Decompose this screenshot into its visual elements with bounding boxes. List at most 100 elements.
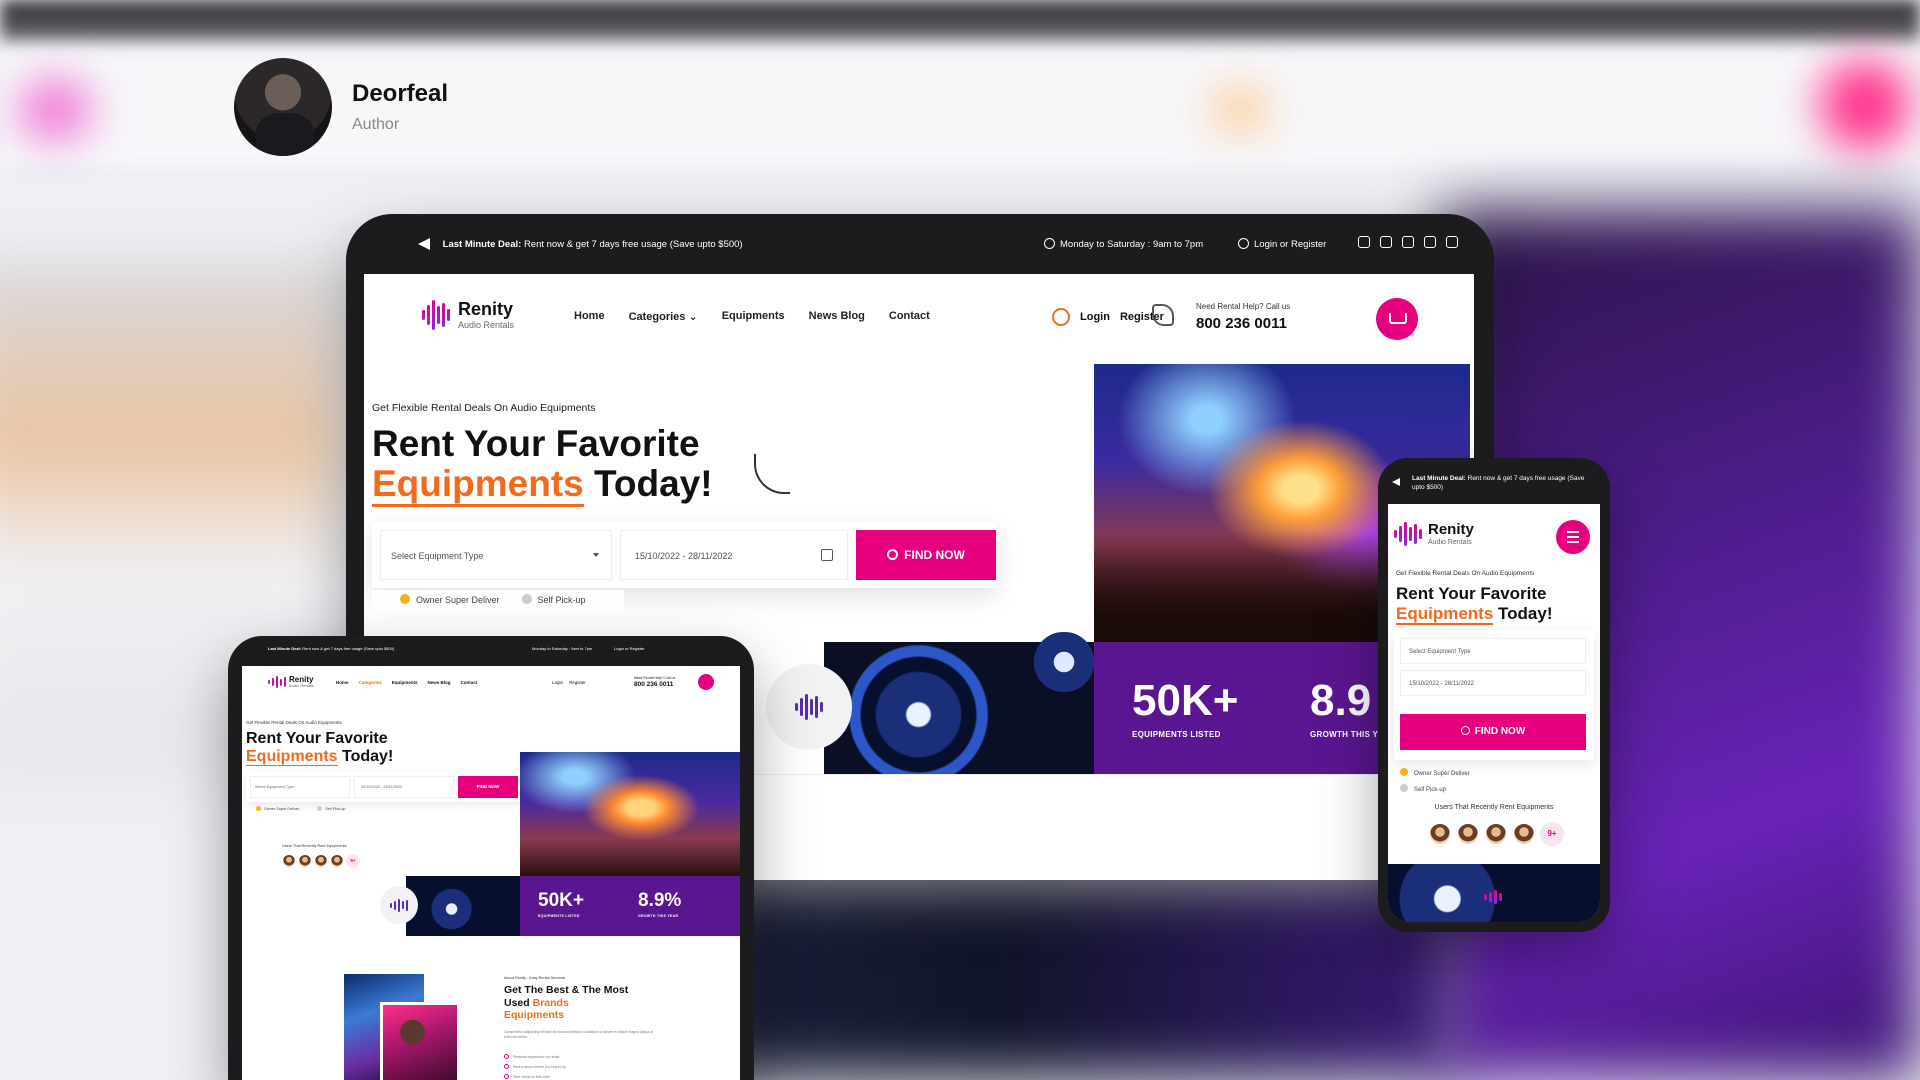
hero-title-end: Today! xyxy=(342,747,394,765)
tablet-topbar: Last Minute Deal: Rent now & get 7 days … xyxy=(268,646,708,651)
avatar xyxy=(314,854,328,868)
login-link[interactable]: Login xyxy=(552,680,563,685)
equipment-type-select[interactable]: Select Equipment Type xyxy=(380,530,612,580)
stat-value: 8.9% xyxy=(638,890,682,911)
about-bullets: Pleasant experience on rental Rent a dem… xyxy=(504,1052,566,1080)
radio-owner-deliver[interactable]: Owner Super Deliver xyxy=(1400,766,1470,782)
check-circle-icon xyxy=(504,1074,509,1079)
phone-screen: Renity Audio Rentals Get Flexible Rental… xyxy=(1388,504,1600,922)
chevron-down-icon: ⌄ xyxy=(688,311,698,323)
background-pink-blob xyxy=(1820,60,1910,150)
help-number[interactable]: 800 236 0011 xyxy=(1196,315,1290,332)
find-now-button[interactable]: FIND NOW xyxy=(458,776,518,798)
hero-subtitle: Get Flexible Rental Deals On Audio Equip… xyxy=(1396,570,1535,577)
stat-label: EQUIPMENTS LISTED xyxy=(538,914,580,918)
about-subtitle: About Renity - Easy Rental Services xyxy=(504,976,566,980)
login-register-text[interactable]: Login or Register xyxy=(614,646,644,651)
nav-home[interactable]: Home xyxy=(574,310,605,323)
find-now-button[interactable]: FIND NOW xyxy=(856,530,996,580)
stat-label: EQUIPMENTS LISTED xyxy=(1132,730,1221,739)
nav-equipments[interactable]: Equipments xyxy=(392,680,418,685)
topbar: Last Minute Deal: Rent now & get 7 days … xyxy=(396,214,1458,274)
radio-owner-deliver[interactable]: Owner Super Deliver xyxy=(256,806,299,811)
site-logo[interactable]: Renity Audio Rentals xyxy=(268,676,314,688)
author-role: Author xyxy=(352,116,400,133)
hero-title-line1: Rent Your Favorite xyxy=(372,423,700,464)
about-title: Get The Best & The Most Used Brands Equi… xyxy=(504,984,628,1022)
youtube-icon[interactable] xyxy=(1424,236,1436,248)
about-title-used: Used xyxy=(504,996,530,1009)
hamburger-menu-button[interactable] xyxy=(1556,520,1590,554)
site-header: Renity Audio Rentals Home Categories Equ… xyxy=(242,666,740,700)
radio-unchecked-icon xyxy=(317,806,323,811)
topbar-login-link[interactable]: Login or Register xyxy=(1238,238,1326,250)
background-bottom-panel xyxy=(700,880,1460,1080)
nav-categories[interactable]: Categories xyxy=(359,680,382,685)
nav-home[interactable]: Home xyxy=(336,680,349,685)
cart-button[interactable] xyxy=(1376,298,1418,340)
radio-self-pickup[interactable]: Self Pick-up xyxy=(1400,782,1470,798)
deal-notice: Last Minute Deal: Rent now & get 7 days … xyxy=(418,238,743,250)
facebook-icon[interactable] xyxy=(1358,236,1370,248)
logo-tagline: Audio Rentals xyxy=(1428,539,1472,546)
date-range-input[interactable]: 15/10/2022 - 28/11/2022 xyxy=(354,776,454,798)
more-users-badge: 9+ xyxy=(1540,822,1564,846)
speaker-image xyxy=(1388,864,1600,922)
about-text: Consectetur adipiscing elit sed do eiusm… xyxy=(504,1030,654,1040)
nav-contact[interactable]: Contact xyxy=(461,680,478,685)
register-link[interactable]: Register xyxy=(569,680,586,685)
clock-icon xyxy=(1044,238,1055,249)
find-now-label: FIND NOW xyxy=(1474,726,1526,737)
nav-equipments[interactable]: Equipments xyxy=(722,310,785,323)
nav-news-blog[interactable]: News Blog xyxy=(809,310,865,323)
equipment-type-select[interactable]: Select Equipment Type xyxy=(1400,638,1586,664)
nav-categories[interactable]: Categories ⌄ xyxy=(629,310,698,323)
phone-mockup: Last Minute Deal: Rent now & get 7 days … xyxy=(1378,458,1610,932)
phone-icon xyxy=(1152,304,1174,326)
radio-self-pickup[interactable]: Self Pick-up xyxy=(317,806,346,811)
radio-self-pickup[interactable]: Self Pick-up xyxy=(521,594,586,612)
cart-button[interactable] xyxy=(698,674,714,690)
nav-contact[interactable]: Contact xyxy=(889,310,930,323)
date-range-input[interactable]: 15/10/2022 - 28/11/2022 xyxy=(1400,670,1586,696)
select-placeholder: Select Equipment Type xyxy=(1409,649,1471,655)
nav-news-blog[interactable]: News Blog xyxy=(428,680,451,685)
stat-label: GROWTH THIS YEAR xyxy=(638,914,679,918)
sound-wave-icon xyxy=(1484,890,1502,904)
stat-label: GROWTH THIS YE xyxy=(1310,730,1384,739)
date-range-input[interactable]: 15/10/2022 - 28/11/2022 xyxy=(620,530,848,580)
site-logo[interactable]: Renity Audio Rentals xyxy=(422,300,514,330)
logo-name: Renity xyxy=(458,299,514,319)
about-title-equipments: Equipments xyxy=(504,1009,565,1022)
hero-title-end: Today! xyxy=(1498,603,1553,623)
speaker-image xyxy=(824,632,1104,774)
site-logo[interactable]: Renity Audio Rentals xyxy=(1394,522,1474,546)
list-item: Rent a demo before you buy to try xyxy=(504,1062,566,1072)
radio-checked-icon xyxy=(1400,768,1408,776)
radio-unchecked-icon xyxy=(1400,784,1408,792)
search-icon xyxy=(887,549,899,560)
main-nav: Home Categories ⌄ Equipments News Blog C… xyxy=(574,310,930,323)
stat-value: 50K+ xyxy=(538,890,584,911)
hero-title: Rent Your Favorite Equipments Today! xyxy=(1396,584,1553,625)
twitter-icon[interactable] xyxy=(1380,236,1392,248)
find-now-button[interactable]: FIND NOW xyxy=(1400,714,1586,750)
mail-icon[interactable] xyxy=(1446,236,1458,248)
help-number[interactable]: 800 236 0011 xyxy=(634,681,675,688)
stat-equipments: 50K+ EQUIPMENTS LISTED xyxy=(1132,676,1238,739)
radio-owner-deliver[interactable]: Owner Super Deliver xyxy=(400,594,500,612)
help-contact: Need Rental Help? Call us 800 236 0011 xyxy=(1152,302,1290,332)
account-links: Login Register xyxy=(1052,308,1164,326)
equipment-type-select[interactable]: Select Equipment Type xyxy=(250,776,350,798)
instagram-icon[interactable] xyxy=(1402,236,1414,248)
login-link[interactable]: Login xyxy=(1080,311,1110,323)
phone-topbar: Last Minute Deal: Rent now & get 7 days … xyxy=(1392,474,1596,492)
radio-self-label: Self Pick-up xyxy=(537,595,586,605)
list-item: Pleasant experience on rental xyxy=(504,1052,566,1062)
search-card: Select Equipment Type 15/10/2022 - 28/11… xyxy=(372,522,996,588)
concert-image xyxy=(520,752,740,876)
avatar xyxy=(298,854,312,868)
background-topbar xyxy=(0,0,1920,40)
help-label: Need Rental Help? Call us xyxy=(634,676,676,680)
account-links: Login Register xyxy=(552,680,586,685)
